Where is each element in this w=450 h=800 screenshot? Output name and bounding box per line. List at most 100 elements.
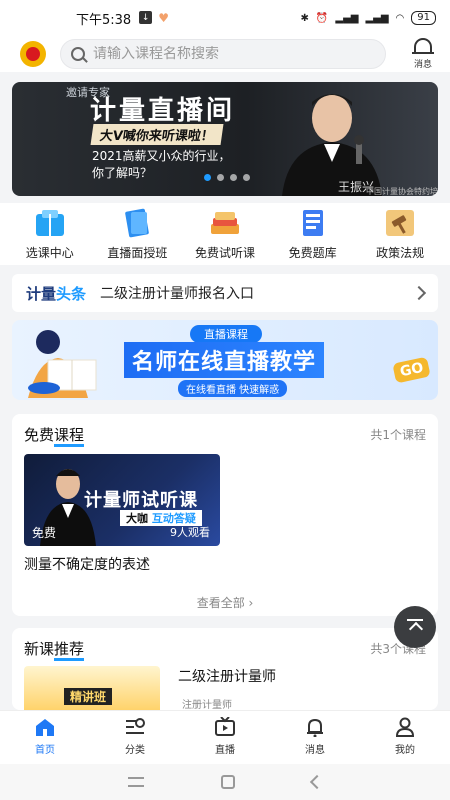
section-title-a: 免费: [24, 426, 55, 444]
promo-title: 名师在线直播教学: [124, 342, 325, 378]
course-views: 9人观看: [170, 526, 210, 539]
course-free-label: 免费: [32, 526, 57, 540]
news-text: 二级注册计量师报名入口: [100, 286, 255, 302]
system-nav-bar: [0, 764, 450, 800]
hero-banner[interactable]: 邀请专家 计量直播间 大V喊你来听课啦！ 2021高薪又小众的行业， 你了解吗？…: [12, 82, 438, 196]
category-search-icon: [126, 718, 145, 734]
tab-label: 分类: [125, 745, 145, 756]
free-courses-count: 共1个课程: [370, 428, 426, 442]
tab-profile[interactable]: 我的: [360, 711, 450, 764]
status-time: 下午5:38: [76, 12, 132, 28]
category-policy[interactable]: 政策法规: [357, 203, 443, 265]
recents-icon[interactable]: [220, 775, 235, 789]
live-promo-banner[interactable]: 直播课程 名师在线直播教学 在线看直播 快速解惑 GO: [12, 320, 438, 400]
category-free-trial[interactable]: 免费试听课: [182, 203, 268, 265]
bluetooth-icon: ✱: [300, 12, 309, 24]
tab-label: 首页: [35, 745, 55, 756]
category-label: 选课中心: [25, 246, 74, 260]
section-title-a: 新课: [24, 640, 55, 658]
back-icon[interactable]: [309, 774, 324, 790]
section-title-b: 课程: [54, 426, 85, 447]
book-icon: [35, 210, 64, 236]
banner-subtitle: 大V喊你来听课啦！: [90, 124, 224, 145]
news-title-a: 计量: [26, 284, 57, 303]
app-header: 消息: [0, 36, 450, 72]
category-nav: 选课中心 直播面授班 免费试听课 免费题库 政策法规: [0, 203, 450, 265]
open-book-icon: [210, 212, 239, 234]
tab-label: 直播: [215, 745, 235, 756]
menu-icon[interactable]: [128, 777, 145, 787]
tab-label: 我的: [395, 745, 415, 756]
app-logo[interactable]: [20, 41, 46, 67]
new-course-thumb-label: 精讲班: [64, 688, 113, 705]
promo-subtitle: 在线看直播 快速解惑: [178, 380, 288, 397]
status-right: ✱ ⏰ ▂▄▆ ▂▄▆ ◠ 91: [301, 11, 436, 25]
free-courses-section: 免费课程 共1个课程 计量师试听课 大咖 互动答疑 免费 9人观看 测量不确定度…: [12, 414, 438, 616]
category-label: 直播面授班: [107, 246, 168, 260]
section-title-b: 推荐: [54, 640, 85, 661]
new-course-thumbnail[interactable]: 精讲班: [24, 666, 160, 710]
bottom-tab-bar: 首页 分类 直播 消息 我的: [0, 710, 450, 764]
course-thumbnail[interactable]: 计量师试听课 大咖 互动答疑 免费 9人观看: [24, 454, 220, 546]
heart-icon: ♥: [158, 11, 169, 25]
new-courses-title: 新课推荐: [24, 638, 85, 661]
category-label: 政策法规: [376, 246, 425, 260]
free-courses-header: 免费课程 共1个课程: [12, 414, 438, 455]
wifi-icon: ◠: [395, 12, 405, 24]
alarm-icon: ⏰: [315, 12, 329, 24]
tab-live[interactable]: 直播: [180, 711, 270, 764]
carousel-dot[interactable]: [243, 174, 250, 181]
scroll-to-top-button[interactable]: [394, 606, 436, 648]
presenter-caption: 中国计量协会特约培训讲师: [366, 187, 438, 196]
news-title-b: 头条: [56, 284, 87, 303]
new-courses-header: 新课推荐 共3个课程: [12, 628, 438, 669]
category-course-center[interactable]: 选课中心: [7, 203, 93, 265]
battery-indicator: 91: [411, 11, 436, 25]
new-course-name[interactable]: 二级注册计量师: [178, 666, 276, 686]
logo-emblem-icon: [26, 47, 40, 61]
course-name[interactable]: 测量不确定度的表述: [24, 554, 150, 574]
tab-home[interactable]: 首页: [0, 711, 90, 764]
new-courses-section: 新课推荐 共3个课程 精讲班 二级注册计量师 注册计量师: [12, 628, 438, 711]
reading-illustration: [28, 330, 97, 398]
search-bar[interactable]: [60, 39, 386, 69]
tab-messages[interactable]: 消息: [270, 711, 360, 764]
search-input[interactable]: [93, 46, 373, 62]
view-all-link[interactable]: 查看全部 ›: [12, 594, 438, 611]
books-icon: [125, 208, 150, 238]
tv-icon: [215, 717, 235, 736]
new-course-subtitle: 注册计量师: [182, 700, 232, 711]
course-image-title: 计量师试听课: [84, 490, 198, 511]
user-icon: [395, 717, 415, 737]
status-bar: 下午5:38 ↓ ♥ ✱ ⏰ ▂▄▆ ▂▄▆ ◠ 91: [0, 0, 450, 36]
bell-icon: [411, 38, 434, 54]
signal-icon: ▂▄▆: [335, 12, 359, 24]
download-icon: ↓: [139, 11, 153, 24]
category-label: 免费题库: [288, 246, 337, 260]
bell-icon: [307, 718, 323, 737]
carousel-dot-active[interactable]: [204, 174, 211, 181]
tab-label: 消息: [305, 745, 325, 756]
go-sign-icon: GO: [392, 356, 432, 384]
badge-a: 大咖: [126, 512, 148, 525]
promo-tag: 直播课程: [190, 325, 262, 343]
category-question-bank[interactable]: 免费题库: [270, 203, 356, 265]
carousel-dots: [204, 174, 250, 181]
status-notifications: ↓ ♥: [139, 11, 169, 25]
banner-title: 计量直播间: [90, 96, 236, 126]
carousel-dot[interactable]: [230, 174, 237, 181]
banner-desc-line-1: 2021高薪又小众的行业，: [92, 149, 231, 163]
free-courses-title: 免费课程: [24, 424, 85, 447]
tab-category[interactable]: 分类: [90, 711, 180, 764]
signal-icon-2: ▂▄▆: [365, 12, 389, 24]
carousel-dot[interactable]: [217, 174, 224, 181]
message-button[interactable]: 消息: [411, 38, 434, 70]
search-icon: [71, 47, 85, 61]
gavel-icon: [386, 210, 415, 236]
category-live-class[interactable]: 直播面授班: [94, 203, 180, 265]
news-title: 计量头条: [26, 283, 86, 304]
home-icon: [36, 719, 54, 736]
news-ticker[interactable]: 计量头条 二级注册计量师报名入口: [12, 274, 438, 312]
exam-icon: [302, 210, 323, 236]
chevron-right-icon: [411, 285, 427, 301]
